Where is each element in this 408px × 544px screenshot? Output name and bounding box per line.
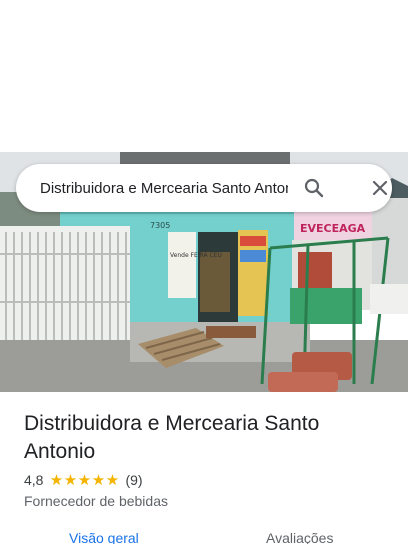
place-title: Distribuidora e Mercearia Santo Antonio — [24, 412, 320, 463]
rating-value: 4,8 — [24, 472, 44, 488]
reviews-count: (9) — [125, 472, 143, 488]
map-blank-area — [0, 0, 408, 152]
star-icon: ★ — [77, 471, 92, 489]
star-icon: ★ — [63, 471, 78, 489]
star-rating: ★ ★ ★ ★ ★ — [49, 473, 119, 488]
house-number-text: 7305 — [150, 221, 170, 230]
place-info-panel: Distribuidora e Mercearia Santo Antonio … — [0, 392, 408, 544]
search-bar — [16, 164, 392, 212]
close-button[interactable] — [368, 176, 392, 200]
place-category: Fornecedor de bebidas — [24, 493, 168, 509]
tab-reviews[interactable]: Avaliações — [266, 530, 333, 544]
place-tabs: Visão geral Avaliações — [0, 530, 408, 544]
search-button[interactable] — [302, 176, 326, 200]
star-icon: ★ — [49, 471, 64, 489]
window-note-text: Vende FEIRA CEU — [170, 252, 222, 259]
search-icon — [304, 178, 324, 198]
search-input[interactable] — [40, 176, 288, 200]
rating-row[interactable]: 4,8 ★ ★ ★ ★ ★ (9) — [24, 472, 143, 488]
star-icon: ★ — [105, 471, 120, 489]
star-icon: ★ — [91, 471, 106, 489]
tab-overview[interactable]: Visão geral — [69, 530, 139, 544]
store-sign-text: EVECEAGA — [300, 222, 366, 235]
close-icon — [372, 180, 388, 196]
